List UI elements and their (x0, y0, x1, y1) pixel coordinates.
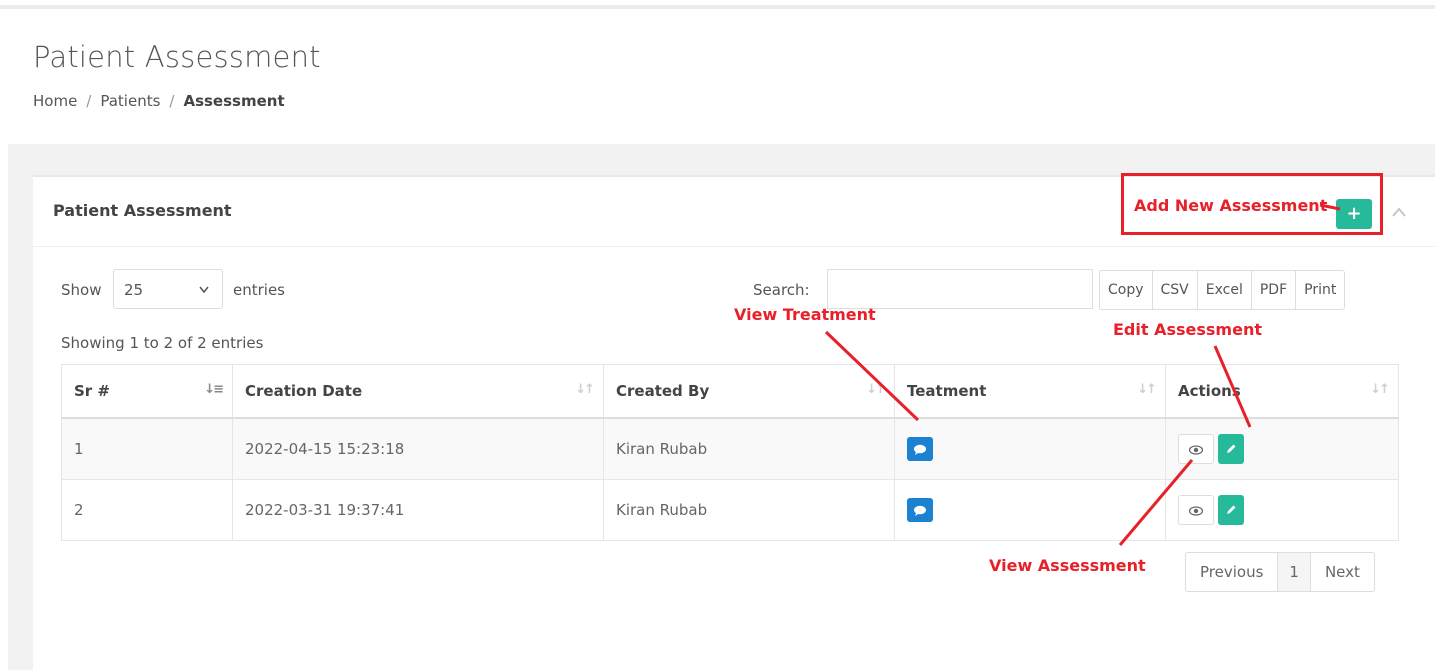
annotation-arrows (824, 203, 1341, 546)
arrow-add-new (1319, 203, 1341, 211)
arrow-view-treatment (824, 330, 920, 422)
arrow-edit-assessment (1213, 345, 1252, 428)
arrow-view-assessment (1118, 459, 1194, 546)
